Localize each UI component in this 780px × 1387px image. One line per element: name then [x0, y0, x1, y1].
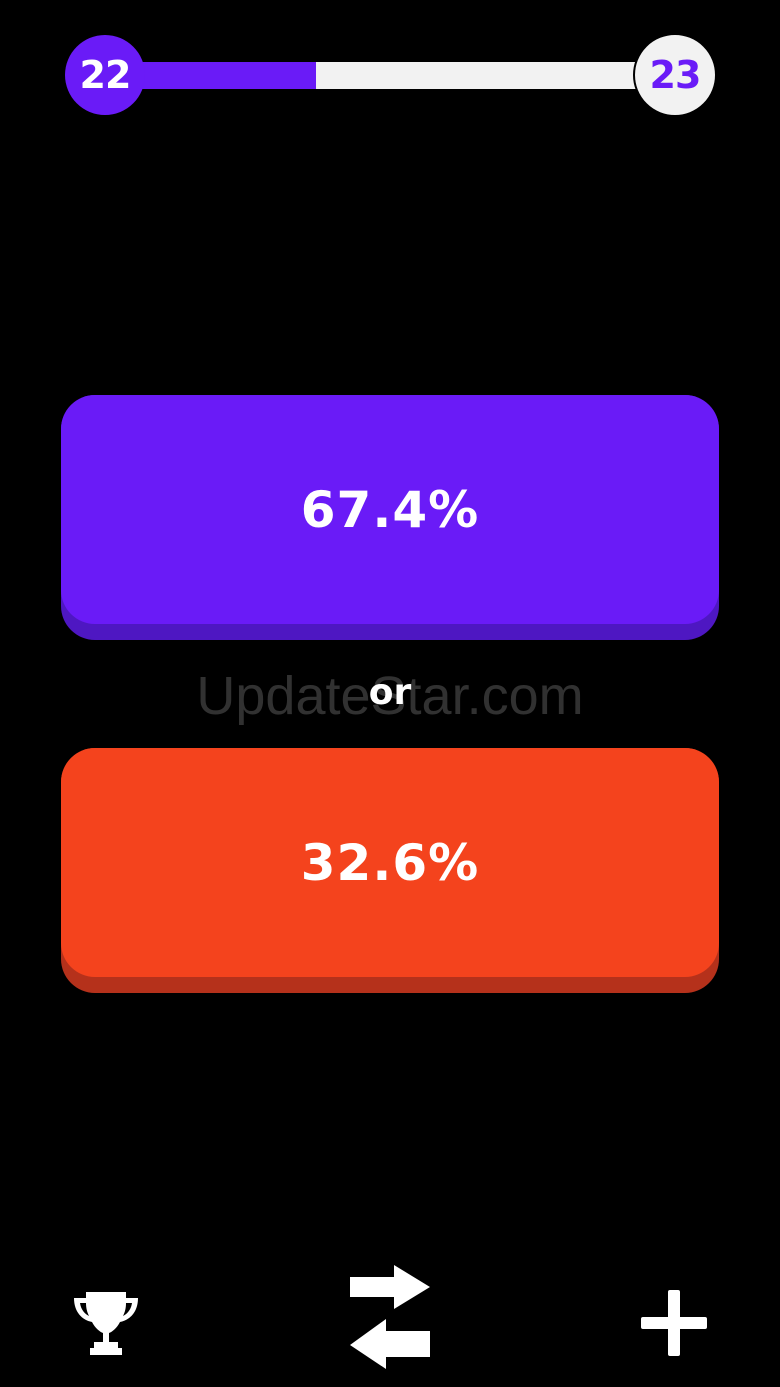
or-label: or	[368, 672, 412, 713]
plus-icon[interactable]	[641, 1290, 707, 1356]
level-progress-track	[105, 62, 675, 89]
answer-option-bottom-face: 32.6%	[61, 748, 719, 977]
answer-option-top-face: 67.4%	[61, 395, 719, 624]
answer-option-bottom-percent: 32.6%	[300, 833, 480, 892]
current-level-badge: 22	[65, 35, 145, 115]
answer-option-top-percent: 67.4%	[300, 480, 480, 539]
swap-arrows-icon[interactable]	[346, 1263, 434, 1371]
next-level-badge: 23	[633, 33, 717, 117]
answer-option-bottom[interactable]: 32.6%	[61, 748, 719, 993]
answer-option-top[interactable]: 67.4%	[61, 395, 719, 640]
level-progress: 22 23	[65, 33, 717, 117]
trophy-icon[interactable]	[72, 1290, 140, 1356]
